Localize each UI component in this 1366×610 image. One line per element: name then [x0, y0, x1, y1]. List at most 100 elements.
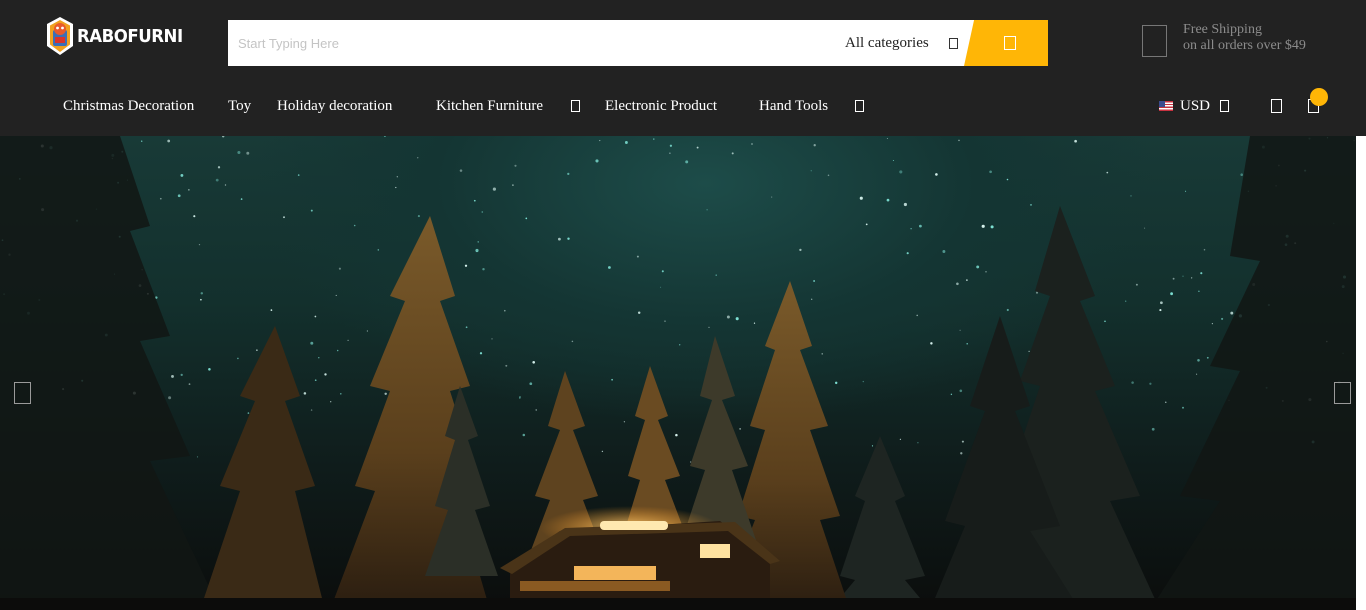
free-shipping-promo: Free Shipping on all orders over $49 — [1142, 22, 1306, 57]
star — [318, 357, 320, 359]
currency-switcher[interactable]: USD — [1159, 86, 1230, 126]
star — [168, 396, 172, 400]
star — [813, 280, 816, 282]
star — [353, 224, 356, 227]
star — [314, 379, 317, 382]
search-input[interactable] — [228, 20, 788, 66]
user-icon[interactable] — [1271, 99, 1282, 113]
star — [1135, 283, 1138, 286]
star — [708, 326, 710, 329]
chevron-down-icon — [571, 100, 581, 112]
star — [310, 341, 314, 345]
nav-item-kitchen-furniture[interactable]: Kitchen Furniture — [436, 86, 581, 126]
star — [1200, 272, 1203, 275]
brand-name: RABOFURNI — [77, 25, 183, 47]
hero-image — [0, 136, 1356, 610]
star — [675, 433, 678, 437]
arrow-right-icon[interactable] — [1334, 382, 1351, 404]
star — [935, 173, 938, 176]
star — [464, 264, 468, 267]
star — [892, 159, 894, 162]
star — [237, 150, 241, 155]
star — [567, 237, 570, 240]
shipping-title: Free Shipping — [1183, 22, 1262, 37]
star — [1221, 317, 1224, 320]
star — [477, 241, 479, 243]
star — [1149, 382, 1152, 385]
star — [1159, 309, 1162, 312]
star — [525, 217, 528, 220]
star — [1106, 171, 1109, 174]
category-select[interactable]: All categories — [845, 20, 958, 66]
star — [459, 169, 463, 172]
star — [985, 271, 987, 273]
star — [834, 381, 838, 385]
star — [1191, 277, 1193, 279]
search-button[interactable] — [964, 20, 1048, 66]
star — [735, 317, 739, 321]
star — [1206, 356, 1209, 359]
star — [599, 140, 601, 142]
nav-item-holiday-decoration[interactable]: Holiday decoration — [277, 86, 392, 126]
star — [256, 349, 258, 351]
star — [821, 353, 823, 355]
nav-item-label: Electronic Product — [605, 97, 718, 114]
star — [916, 314, 918, 317]
star — [1185, 190, 1187, 192]
star — [942, 250, 946, 253]
star — [482, 267, 485, 271]
star — [1211, 323, 1213, 325]
star — [188, 189, 190, 191]
currency-label: USD — [1180, 97, 1211, 114]
star — [751, 143, 753, 145]
star — [1197, 359, 1200, 362]
star — [917, 442, 919, 444]
star — [237, 357, 239, 360]
star — [753, 322, 756, 324]
star — [246, 151, 250, 155]
nav-item-hand-tools[interactable]: Hand Tools — [759, 86, 865, 126]
star — [180, 173, 184, 177]
star — [465, 326, 468, 329]
nav-item-toy[interactable]: Toy — [228, 86, 251, 126]
star — [1035, 291, 1039, 294]
star — [1196, 373, 1198, 375]
star — [303, 392, 307, 395]
star — [196, 456, 199, 458]
star — [731, 152, 734, 155]
star — [180, 373, 183, 377]
star — [340, 393, 342, 395]
star — [208, 368, 211, 371]
star — [959, 389, 963, 393]
star — [505, 364, 508, 367]
star — [958, 139, 960, 142]
hero-slider — [0, 136, 1356, 610]
star — [247, 412, 250, 414]
star — [167, 139, 171, 143]
star — [661, 270, 664, 273]
star — [310, 409, 313, 411]
star — [1198, 290, 1200, 293]
arrow-left-icon[interactable] — [14, 382, 31, 404]
star — [336, 349, 339, 352]
star — [1131, 381, 1134, 384]
star — [567, 172, 570, 176]
nav-item-electronic-product[interactable]: Electronic Product — [605, 86, 717, 126]
star — [159, 197, 162, 200]
star — [886, 137, 888, 140]
star — [1074, 139, 1077, 143]
star — [739, 428, 741, 430]
chevron-down-icon — [948, 37, 958, 49]
star — [906, 252, 909, 255]
star — [623, 421, 626, 423]
nav-item-christmas-decoration[interactable]: Christmas Decoration — [63, 86, 194, 126]
star — [1028, 350, 1030, 353]
star — [1160, 301, 1163, 305]
star — [177, 194, 181, 198]
star — [1125, 300, 1127, 302]
star — [1203, 248, 1206, 251]
star — [664, 320, 666, 322]
star — [558, 237, 561, 241]
brand-logo[interactable]: RABOFURNI — [44, 14, 184, 58]
scrollbar-track[interactable] — [1356, 136, 1366, 610]
